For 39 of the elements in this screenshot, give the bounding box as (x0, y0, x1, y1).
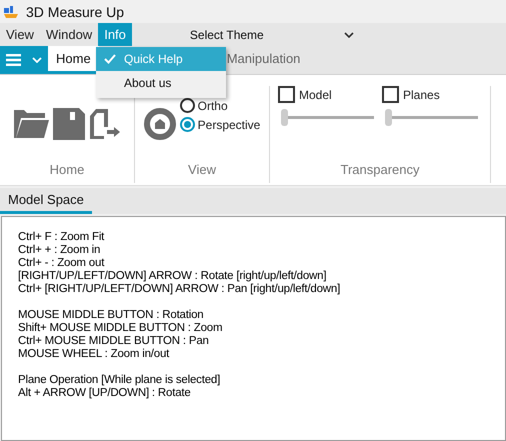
menu-option[interactable]: About us (96, 71, 226, 95)
help-line: MOUSE WHEEL : Zoom in/out (18, 348, 170, 361)
app-logo-icon (4, 6, 18, 18)
menu-item[interactable]: Window (40, 23, 98, 46)
slider-thumb[interactable] (385, 109, 392, 126)
chevron-down-icon[interactable] (344, 32, 354, 38)
help-line: Alt + ARROW [UP/DOWN] : Rotate (18, 387, 192, 400)
help-line: Ctrl+ [RIGHT/UP/LEFT/DOWN] ARROW : Pan [right/up/left/down] (18, 283, 342, 296)
radio-button[interactable] (180, 117, 195, 132)
checkbox-label: Planes (403, 88, 440, 102)
help-line: Ctrl+ MOUSE MIDDLE BUTTON : Pan (18, 335, 210, 348)
group-label: Transparency (340, 162, 420, 177)
help-line: Ctrl+ + : Zoom in (18, 244, 102, 257)
app-menu-button[interactable] (0, 46, 48, 74)
home-view-icon[interactable] (144, 108, 176, 140)
help-line: Ctrl+ - : Zoom out (18, 257, 106, 270)
help-line: Plane Operation [While plane is selected] (18, 374, 222, 387)
group-label: Home (50, 162, 84, 177)
checkbox[interactable] (382, 86, 399, 103)
window-title: 3D Measure Up (26, 4, 124, 20)
slider-thumb[interactable] (281, 109, 288, 126)
checkbox-label: Model (299, 88, 332, 102)
radio-label: Perspective (198, 118, 260, 132)
ribbon-tab[interactable]: Home (48, 46, 99, 74)
check-icon (104, 54, 116, 64)
help-line: [RIGHT/UP/LEFT/DOWN] ARROW : Rotate [right/up/left/down] (18, 270, 328, 283)
help-line: Shift+ MOUSE MIDDLE BUTTON : Zoom (18, 322, 224, 335)
save-icon[interactable] (53, 108, 85, 140)
menu-item[interactable]: View (0, 23, 40, 46)
export-icon[interactable] (89, 108, 121, 140)
theme-selector[interactable]: Select Theme (190, 28, 264, 42)
help-line: Ctrl+ F : Zoom Fit (18, 231, 106, 244)
folder-icon[interactable] (13, 108, 49, 140)
radio-label: Ortho (198, 98, 228, 112)
group-label: View (188, 162, 216, 177)
checkbox[interactable] (278, 86, 295, 103)
help-line: MOUSE MIDDLE BUTTON : Rotation (18, 309, 204, 322)
menu-icon (6, 54, 21, 66)
chevron-down-icon (32, 57, 42, 63)
